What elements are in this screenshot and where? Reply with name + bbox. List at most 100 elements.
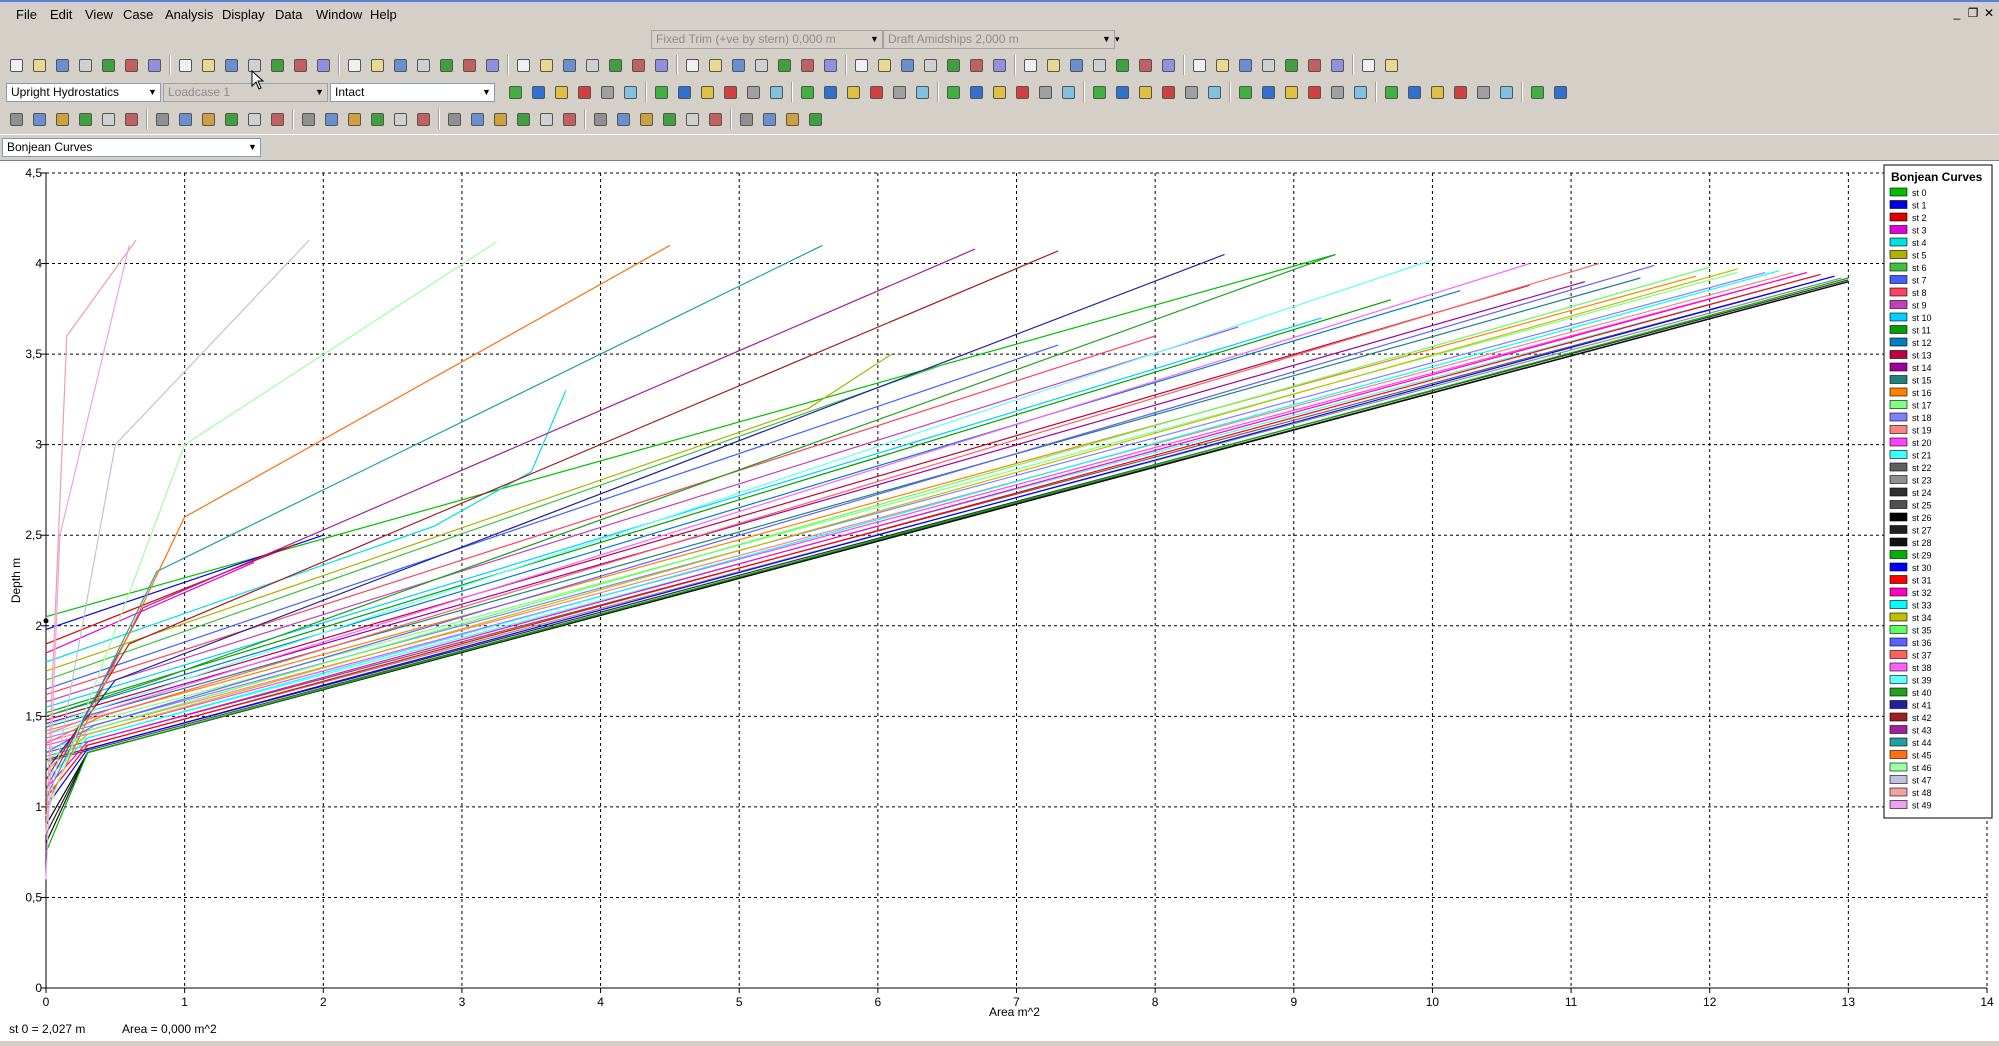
toolbar-button[interactable] bbox=[459, 55, 479, 75]
toolbar-button[interactable] bbox=[6, 55, 26, 75]
toolbar-button[interactable] bbox=[1189, 55, 1209, 75]
toolbar-button[interactable] bbox=[1450, 82, 1470, 102]
toolbar-button[interactable] bbox=[759, 109, 779, 129]
toolbar-button[interactable] bbox=[1381, 82, 1401, 102]
toolbar-button[interactable] bbox=[782, 109, 802, 129]
toolbar-button[interactable] bbox=[6, 109, 26, 129]
toolbar-button[interactable] bbox=[1327, 55, 1347, 75]
toolbar-button[interactable] bbox=[743, 82, 763, 102]
toolbar-button[interactable] bbox=[582, 55, 602, 75]
toolbar-button[interactable] bbox=[797, 82, 817, 102]
toolbar-button[interactable] bbox=[344, 55, 364, 75]
toolbar-button[interactable] bbox=[1381, 55, 1401, 75]
toolbar-button[interactable] bbox=[1358, 55, 1378, 75]
toolbar-button[interactable] bbox=[912, 82, 932, 102]
toolbar-button[interactable] bbox=[820, 55, 840, 75]
toolbar-button[interactable] bbox=[29, 109, 49, 129]
toolbar-button[interactable] bbox=[920, 55, 940, 75]
toolbar-button[interactable] bbox=[1135, 82, 1155, 102]
toolbar-button[interactable] bbox=[1258, 55, 1278, 75]
toolbar-button[interactable] bbox=[344, 109, 364, 129]
toolbar-button[interactable] bbox=[321, 109, 341, 129]
toolbar-button[interactable] bbox=[1496, 82, 1516, 102]
menu-analysis[interactable]: Analysis bbox=[162, 7, 216, 22]
menu-case[interactable]: Case bbox=[120, 7, 156, 22]
toolbar-button[interactable] bbox=[559, 55, 579, 75]
toolbar-button[interactable] bbox=[244, 109, 264, 129]
toolbar-button[interactable] bbox=[1427, 82, 1447, 102]
toolbar-button[interactable] bbox=[720, 82, 740, 102]
toolbar-button[interactable] bbox=[1020, 55, 1040, 75]
toolbar-button[interactable] bbox=[1089, 55, 1109, 75]
loadcase-combo[interactable]: Loadcase 1 ▼ bbox=[163, 83, 328, 102]
toolbar-button[interactable] bbox=[1112, 55, 1132, 75]
toolbar-button[interactable] bbox=[390, 109, 410, 129]
toolbar-button[interactable] bbox=[29, 55, 49, 75]
toolbar-button[interactable] bbox=[1181, 82, 1201, 102]
toolbar-button[interactable] bbox=[805, 109, 825, 129]
toolbar-button[interactable] bbox=[152, 109, 172, 129]
toolbar-button[interactable] bbox=[536, 109, 556, 129]
toolbar-button[interactable] bbox=[513, 55, 533, 75]
toolbar-button[interactable] bbox=[966, 55, 986, 75]
toolbar-button[interactable] bbox=[659, 109, 679, 129]
toolbar-button[interactable] bbox=[536, 55, 556, 75]
toolbar-button[interactable] bbox=[482, 55, 502, 75]
toolbar-button[interactable] bbox=[989, 55, 1009, 75]
toolbar-button[interactable] bbox=[121, 55, 141, 75]
toolbar-button[interactable] bbox=[897, 55, 917, 75]
toolbar-button[interactable] bbox=[52, 55, 72, 75]
toolbar-button[interactable] bbox=[528, 82, 548, 102]
analysis-type-combo[interactable]: Upright Hydrostatics ▼ bbox=[6, 83, 161, 102]
toolbar-button[interactable] bbox=[1089, 82, 1109, 102]
toolbar-button[interactable] bbox=[1235, 82, 1255, 102]
menu-edit[interactable]: Edit bbox=[47, 7, 75, 22]
toolbar-button[interactable] bbox=[551, 82, 571, 102]
bonjean-chart[interactable]: 0 1 2 3 4 5 6 7 8 9 10 11 12 13 1400,511,522,533,544,5… bbox=[0, 161, 1999, 1019]
toolbar-button[interactable] bbox=[75, 109, 95, 129]
toolbar-button[interactable] bbox=[705, 55, 725, 75]
toolbar-button[interactable] bbox=[513, 109, 533, 129]
toolbar-button[interactable] bbox=[267, 109, 287, 129]
toolbar-button[interactable] bbox=[766, 82, 786, 102]
toolbar-button[interactable] bbox=[290, 55, 310, 75]
menu-data[interactable]: Data bbox=[272, 7, 305, 22]
menu-help[interactable]: Help bbox=[367, 7, 400, 22]
toolbar-button[interactable] bbox=[1258, 82, 1278, 102]
toolbar-button[interactable] bbox=[198, 55, 218, 75]
toolbar-button[interactable] bbox=[1235, 55, 1255, 75]
toolbar-button[interactable] bbox=[559, 109, 579, 129]
toolbar-button[interactable] bbox=[851, 55, 871, 75]
toolbar-button[interactable] bbox=[436, 55, 456, 75]
toolbar-button[interactable] bbox=[221, 109, 241, 129]
toolbar-button[interactable] bbox=[989, 82, 1009, 102]
toolbar-button[interactable] bbox=[52, 109, 72, 129]
toolbar-button[interactable] bbox=[1204, 82, 1224, 102]
toolbar-button[interactable] bbox=[966, 82, 986, 102]
toolbar-button[interactable] bbox=[1304, 82, 1324, 102]
toolbar-button[interactable] bbox=[298, 109, 318, 129]
damage-case-combo[interactable]: Intact ▼ bbox=[330, 83, 495, 102]
minimize-icon[interactable]: _ bbox=[1950, 6, 1964, 20]
toolbar-button[interactable] bbox=[1281, 82, 1301, 102]
bonjean-plot-window[interactable]: 0 1 2 3 4 5 6 7 8 9 10 11 12 13 14 0 0,5 1 1,5 2 2,5 3 3,5 4 4,5… bbox=[0, 160, 1999, 1040]
toolbar-button[interactable] bbox=[1066, 55, 1086, 75]
restore-icon[interactable]: ❐ bbox=[1966, 6, 1980, 20]
view-selector-combo[interactable]: Bonjean Curves ▼ bbox=[2, 138, 261, 157]
toolbar-button[interactable] bbox=[682, 55, 702, 75]
toolbar-button[interactable] bbox=[1058, 82, 1078, 102]
toolbar-button[interactable] bbox=[467, 109, 487, 129]
toolbar-button[interactable] bbox=[651, 55, 671, 75]
toolbar-button[interactable] bbox=[705, 109, 725, 129]
toolbar-button[interactable] bbox=[1212, 55, 1232, 75]
toolbar-button[interactable] bbox=[144, 55, 164, 75]
toolbar-button[interactable] bbox=[367, 109, 387, 129]
toolbar-button[interactable] bbox=[605, 55, 625, 75]
toolbar-button[interactable] bbox=[1473, 82, 1493, 102]
toolbar-button[interactable] bbox=[1012, 82, 1032, 102]
toolbar-button[interactable] bbox=[682, 109, 702, 129]
toolbar-button[interactable] bbox=[1404, 82, 1424, 102]
toolbar-button[interactable] bbox=[889, 82, 909, 102]
toolbar-button[interactable] bbox=[843, 82, 863, 102]
toolbar-button[interactable] bbox=[175, 55, 195, 75]
